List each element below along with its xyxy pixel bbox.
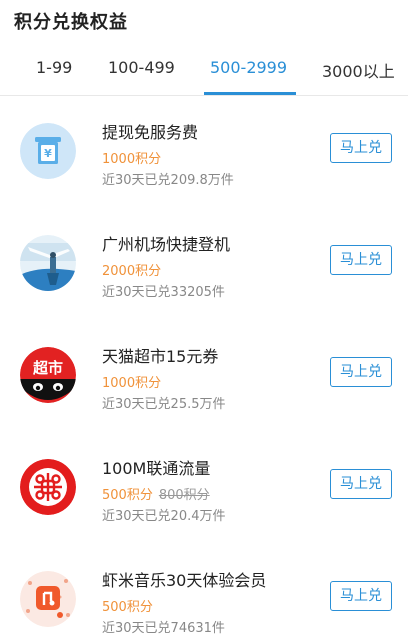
- item-points-row: 500积分: [102, 596, 153, 615]
- list-item[interactable]: 超市 天猫超市15元券 1000积分 近30天已兑25.5万件 马上兑: [0, 321, 408, 433]
- china-unicom-logo: [20, 459, 76, 515]
- item-sold-count: 近30天已兑25.5万件: [102, 397, 226, 412]
- tab-100-499[interactable]: 100-499: [108, 58, 175, 77]
- active-tab-indicator: [204, 92, 296, 95]
- atm-icon: ¥: [20, 123, 76, 179]
- page-title: 积分兑换权益: [14, 12, 128, 33]
- redeem-button[interactable]: 马上兑: [330, 469, 392, 499]
- svg-text:¥: ¥: [44, 147, 52, 160]
- list-item[interactable]: 虾米音乐30天体验会员 500积分 近30天已兑74631件 马上兑: [0, 545, 408, 640]
- tmall-supermarket-logo: 超市: [20, 347, 76, 403]
- tab-bar: 1-99 100-499 500-2999 3000以上: [0, 40, 408, 96]
- redeem-button[interactable]: 马上兑: [330, 357, 392, 387]
- tab-500-2999[interactable]: 500-2999: [210, 58, 287, 77]
- redeem-button[interactable]: 马上兑: [330, 133, 392, 163]
- header: 积分兑换权益: [0, 0, 408, 40]
- item-title: 广州机场快捷登机: [102, 235, 231, 254]
- item-points: 2000积分: [102, 264, 162, 279]
- item-title: 提现免服务费: [102, 123, 199, 142]
- item-points: 500积分: [102, 600, 153, 615]
- item-sold-count: 近30天已兑74631件: [102, 621, 225, 636]
- item-points-row: 500积分 800积分: [102, 484, 210, 503]
- item-sold-count: 近30天已兑33205件: [102, 285, 225, 300]
- item-title: 虾米音乐30天体验会员: [102, 571, 267, 590]
- redeem-button[interactable]: 马上兑: [330, 581, 392, 611]
- list-item[interactable]: ¥ 提现免服务费 1000积分 近30天已兑209.8万件 马上兑: [0, 97, 408, 209]
- list-item[interactable]: 100M联通流量 500积分 800积分 近30天已兑20.4万件 马上兑: [0, 433, 408, 545]
- tmall-logo-text: 超市: [32, 359, 63, 377]
- airport-icon: [20, 235, 76, 291]
- item-original-points: 800积分: [158, 488, 210, 503]
- item-points: 500积分: [102, 488, 153, 503]
- xiami-music-logo: [20, 571, 76, 627]
- item-points-row: 1000积分: [102, 372, 161, 391]
- item-points: 1000积分: [102, 152, 162, 167]
- item-points: 1000积分: [102, 376, 162, 391]
- item-sold-count: 近30天已兑209.8万件: [102, 173, 234, 188]
- item-sold-count: 近30天已兑20.4万件: [102, 509, 226, 524]
- item-title: 100M联通流量: [102, 459, 211, 478]
- tab-1-99[interactable]: 1-99: [36, 58, 72, 77]
- tab-3000-plus[interactable]: 3000以上: [322, 58, 395, 82]
- redeem-button[interactable]: 马上兑: [330, 245, 392, 275]
- item-title: 天猫超市15元券: [102, 347, 219, 366]
- item-points-row: 1000积分: [102, 148, 161, 167]
- list-item[interactable]: 广州机场快捷登机 2000积分 近30天已兑33205件 马上兑: [0, 209, 408, 321]
- item-points-row: 2000积分: [102, 260, 161, 279]
